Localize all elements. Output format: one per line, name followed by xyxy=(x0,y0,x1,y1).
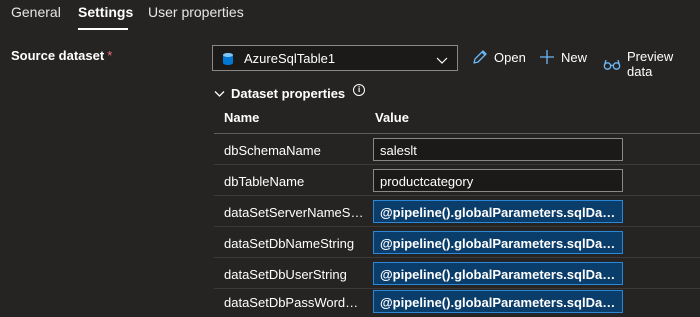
table-row: dbSchemaName saleslt xyxy=(214,134,700,165)
property-value-input[interactable]: @pipeline().globalParameters.sqlDat... xyxy=(373,231,623,254)
column-header-name: Name xyxy=(224,110,260,125)
table-row: dataSetDbPassWordStr... @pipeline().glob… xyxy=(214,286,700,317)
open-button[interactable]: Open xyxy=(472,49,526,65)
source-dataset-value: AzureSqlTable1 xyxy=(244,51,336,66)
source-dataset-select[interactable]: AzureSqlTable1 xyxy=(212,45,458,71)
property-name: dataSetDbPassWordStr... xyxy=(224,295,364,310)
property-value-input[interactable]: @pipeline().globalParameters.sqlDat... xyxy=(373,262,623,285)
tab-bar: General Settings User properties xyxy=(0,0,700,32)
pencil-icon xyxy=(472,49,488,65)
table-row: dataSetDbUserString @pipeline().globalPa… xyxy=(214,258,700,289)
tab-settings[interactable]: Settings xyxy=(78,4,133,20)
property-value-input[interactable]: saleslt xyxy=(373,138,623,161)
tab-general[interactable]: General xyxy=(11,4,61,20)
new-button[interactable]: New xyxy=(539,49,587,65)
new-button-label: New xyxy=(561,49,588,65)
property-value-input[interactable]: @pipeline().globalParameters.sqlDat... xyxy=(373,200,623,223)
property-name: dbSchemaName xyxy=(224,143,321,158)
dataset-properties-title: Dataset properties xyxy=(231,86,346,101)
table-row: dataSetDbNameString @pipeline().globalPa… xyxy=(214,227,700,258)
glasses-icon xyxy=(603,57,621,71)
required-marker: * xyxy=(107,48,113,63)
table-row: dataSetServerNameStri... @pipeline().glo… xyxy=(214,196,700,227)
active-tab-indicator xyxy=(78,28,128,30)
source-dataset-label-text: Source dataset xyxy=(11,48,105,63)
property-value-input[interactable]: productcategory xyxy=(373,169,623,192)
property-name: dataSetDbNameString xyxy=(224,236,355,251)
dataset-properties-toggle[interactable]: Dataset properties i xyxy=(214,83,366,101)
table-row: dbTableName productcategory xyxy=(214,165,700,196)
source-dataset-label: Source dataset * xyxy=(11,48,112,63)
property-name: dataSetServerNameStri... xyxy=(224,205,364,220)
property-value-input[interactable]: @pipeline().globalParameters.sqlDat... xyxy=(373,290,623,313)
preview-data-label: Preview data xyxy=(627,49,674,79)
column-header-value: Value xyxy=(375,110,409,125)
tab-user-properties[interactable]: User properties xyxy=(148,4,244,20)
property-name: dbTableName xyxy=(224,174,305,189)
plus-icon xyxy=(539,49,555,65)
info-icon[interactable]: i xyxy=(353,83,366,96)
preview-data-button[interactable]: Preview data xyxy=(603,49,700,79)
chevron-down-icon xyxy=(436,53,448,68)
chevron-down-icon xyxy=(214,86,225,101)
database-icon xyxy=(222,52,234,69)
open-button-label: Open xyxy=(494,49,526,65)
property-name: dataSetDbUserString xyxy=(224,267,347,282)
